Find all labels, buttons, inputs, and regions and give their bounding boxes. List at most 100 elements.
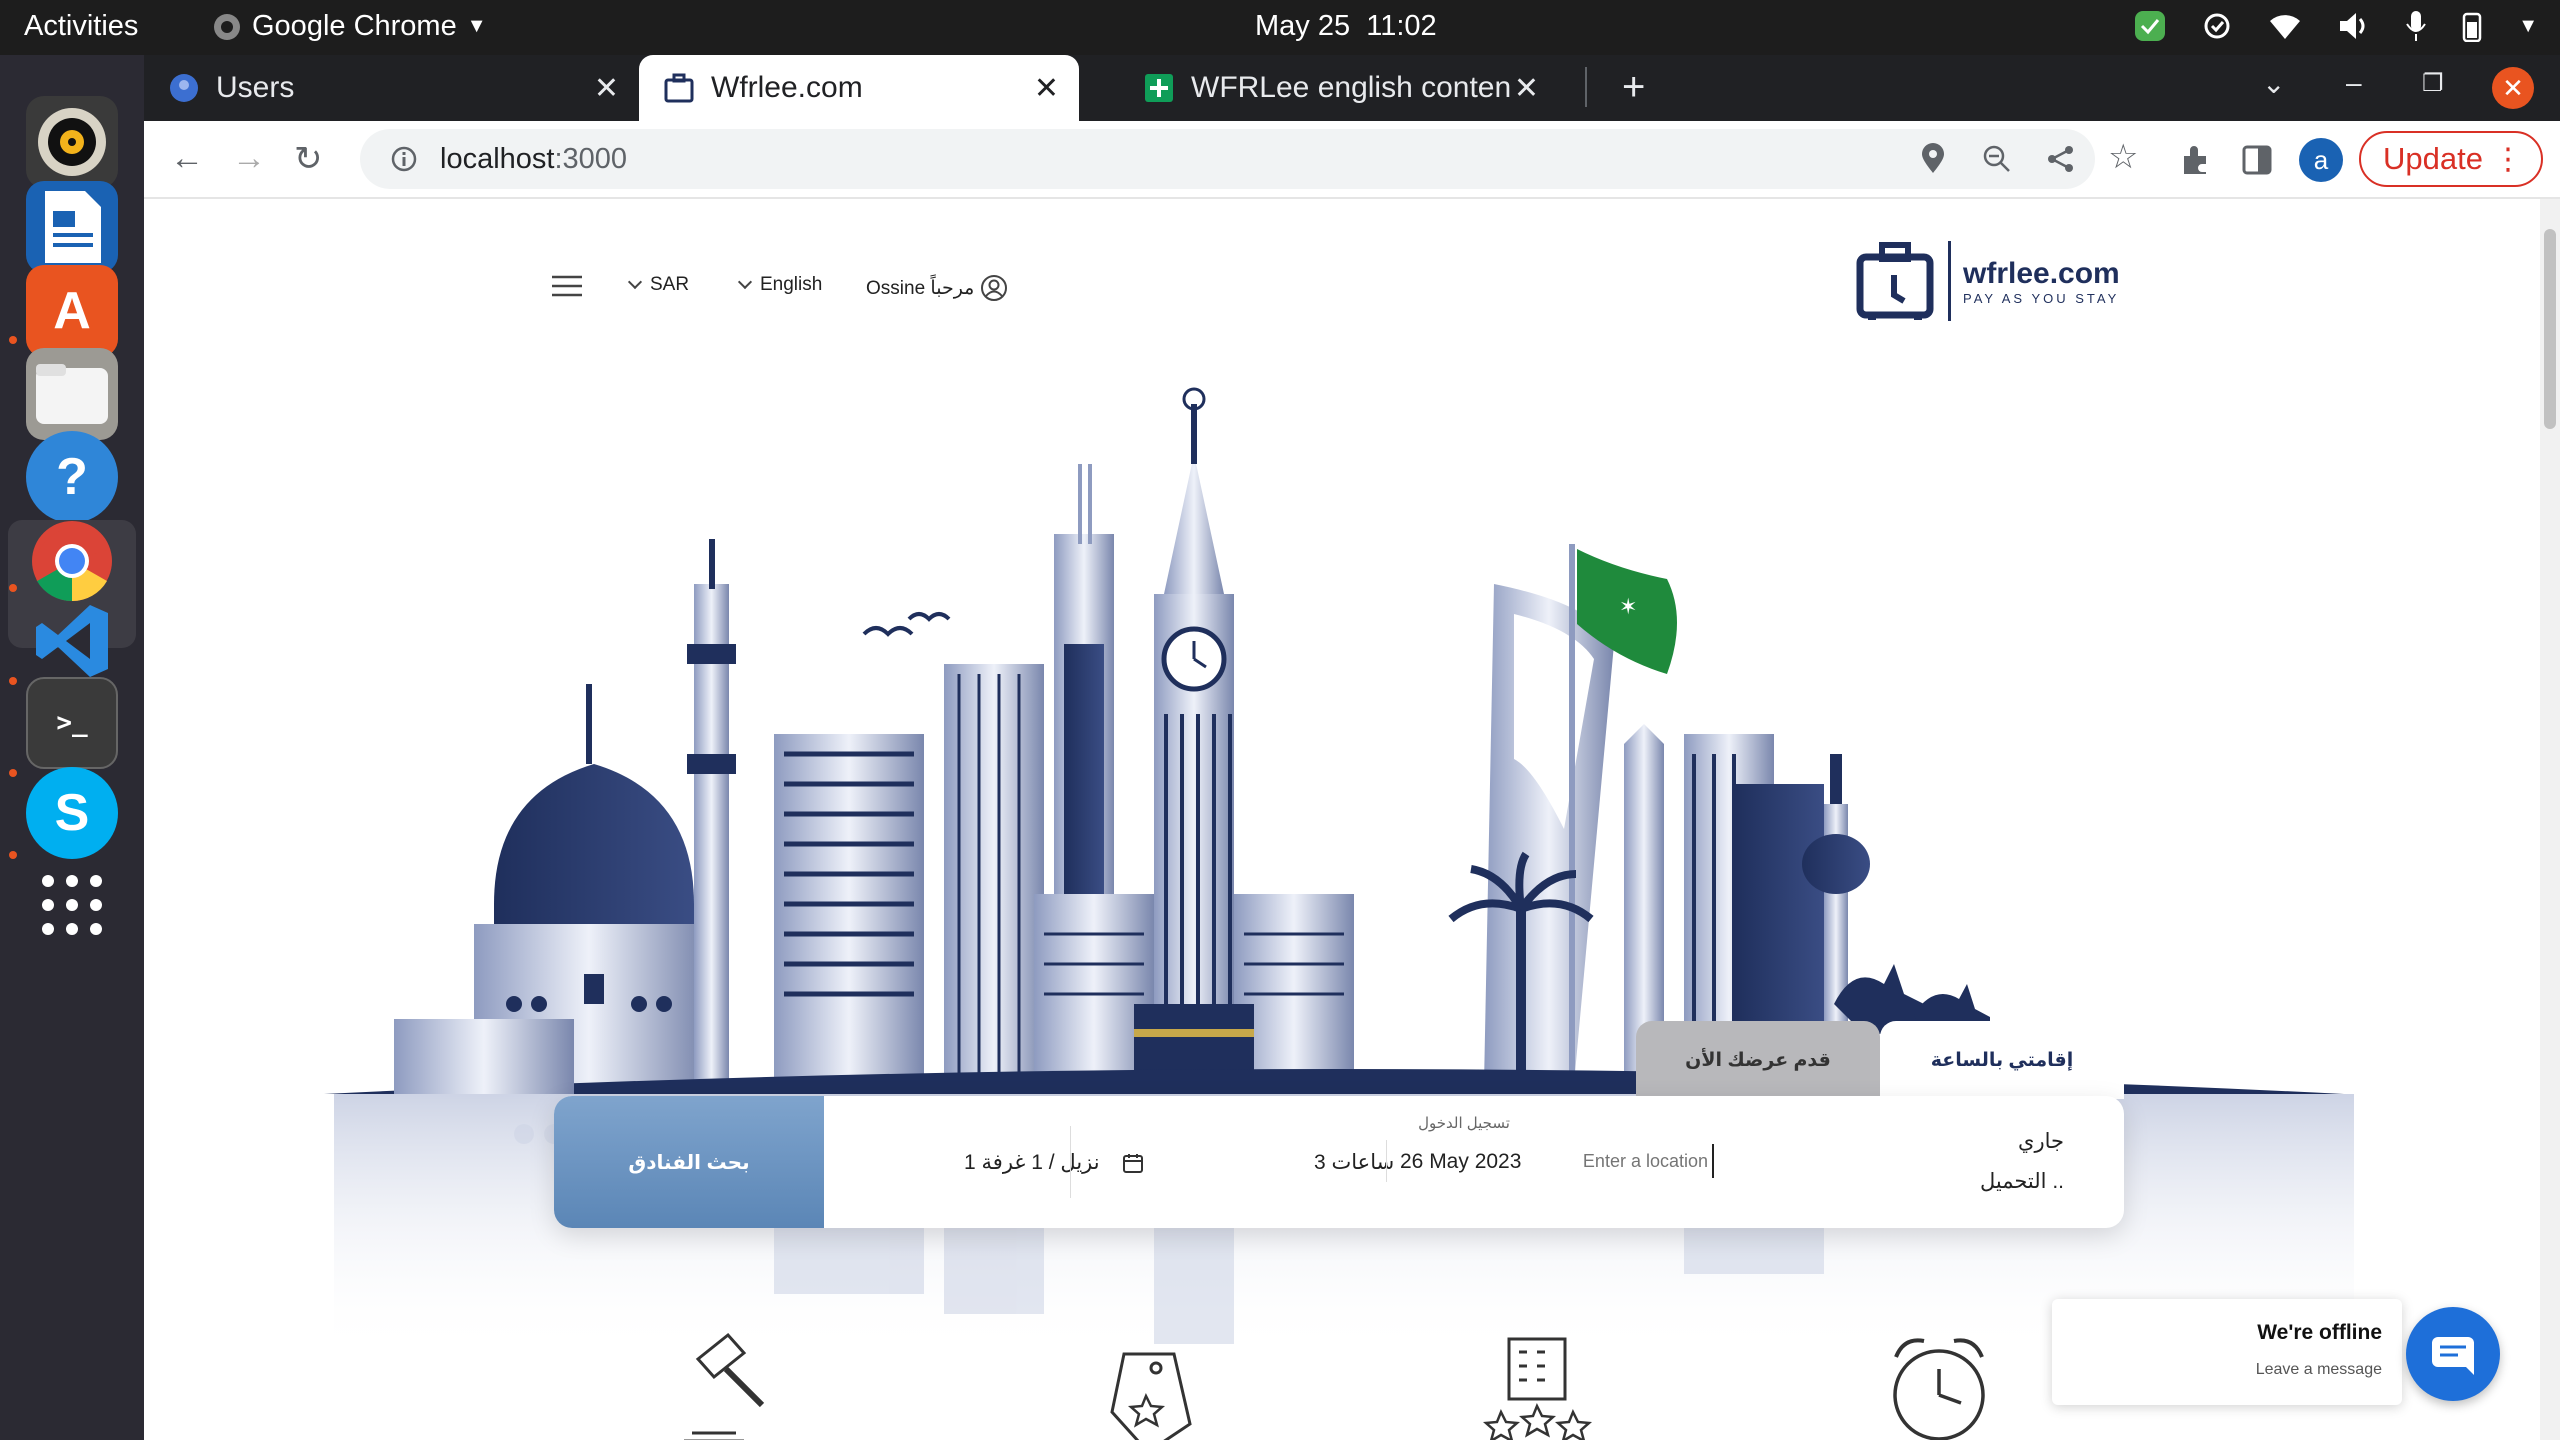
hamburger-menu-icon[interactable] (552, 275, 582, 297)
user-account-menu[interactable]: Ossine مرحباً (866, 274, 1008, 302)
search-hotels-button[interactable]: بحث الفنادق (554, 1096, 824, 1228)
activities-button[interactable]: Activities (24, 10, 138, 43)
system-tray[interactable]: ▼ (2134, 10, 2538, 42)
language-label: English (760, 274, 823, 295)
system-menu-caret-icon[interactable]: ▼ (2518, 15, 2538, 38)
new-tab-icon[interactable]: + (1622, 65, 1645, 110)
battery-icon[interactable] (2462, 10, 2482, 42)
restore-icon[interactable]: ❐ (2422, 69, 2444, 98)
reload-icon[interactable]: ↻ (294, 139, 323, 179)
tab-hourly-stay[interactable]: إقامتي بالساعة (1880, 1021, 2124, 1099)
loading-indicator: جاري التحميل .. (1864, 1122, 2064, 1202)
show-applications-icon[interactable] (26, 859, 118, 951)
tab-wfrlee[interactable]: Wfrlee.com ✕ (639, 55, 1079, 121)
app-menu-label: Google Chrome (252, 10, 457, 42)
url-host: localhost (440, 142, 555, 175)
tab-title: WFRLee english content ( (1191, 71, 1511, 104)
volume-icon[interactable] (2338, 11, 2370, 41)
side-panel-icon[interactable] (2242, 145, 2272, 175)
back-icon[interactable]: ← (170, 139, 204, 178)
tab-search-chevron-icon[interactable]: ⌄ (2262, 67, 2285, 100)
site-info-icon[interactable] (390, 145, 418, 173)
skype-icon[interactable]: S (26, 767, 118, 859)
app-menu[interactable]: Google Chrome ▼ (212, 10, 487, 43)
chrome-menu-icon[interactable]: ⋮ (2493, 142, 2523, 177)
guests-label: 1 نزيل / 1 غرفة (964, 1151, 1100, 1174)
loading-line-1: جاري (2018, 1130, 2064, 1153)
tab-users[interactable]: Users ✕ (144, 55, 639, 121)
user-circle-icon (981, 275, 1008, 301)
url-port: :3000 (554, 142, 628, 175)
checkin-date: 26 May 2023 (1400, 1150, 1522, 1173)
checkin-date-field[interactable]: 26 May 2023 (1400, 1150, 1521, 1174)
chat-title: We're offline (2257, 1321, 2382, 1344)
currency-selector[interactable]: SAR (627, 274, 690, 296)
forward-icon[interactable]: → (232, 139, 266, 178)
language-selector[interactable]: English (737, 274, 823, 296)
close-tab-icon[interactable]: ✕ (1034, 71, 1059, 106)
chrome-small-icon (214, 13, 240, 40)
chevron-down-icon (627, 274, 643, 290)
scrollbar-thumb[interactable] (2544, 229, 2556, 429)
extensions-icon[interactable] (2180, 144, 2212, 176)
page-scrollbar[interactable] (2540, 199, 2560, 1440)
rhythmbox-icon[interactable] (26, 96, 118, 188)
logo-tagline: PAY AS YOU STAY (1963, 290, 2120, 306)
chat-offline-popup[interactable]: We're offline Leave a message (2052, 1299, 2402, 1405)
bookmark-star-icon[interactable]: ☆ (2108, 137, 2138, 177)
tab-make-offer[interactable]: قدم عرضك الأن (1636, 1021, 1880, 1099)
status-icon[interactable] (2202, 11, 2232, 41)
site-logo[interactable]: wfrlee.com PAY AS YOU STAY (1856, 241, 2120, 321)
clock-time: 11:02 (1366, 10, 1437, 42)
clock[interactable]: May 25 11:02 (1255, 10, 1437, 43)
chrome-tab-strip: Users ✕ Wfrlee.com ✕ WFRLee english cont… (144, 55, 2560, 121)
files-icon[interactable] (26, 348, 118, 440)
close-tab-icon[interactable]: ✕ (594, 71, 619, 106)
update-button[interactable]: Update ⋮ (2359, 131, 2543, 187)
duration-selector[interactable]: 3 ساعات (1314, 1150, 1394, 1175)
chat-bubble-icon (2432, 1337, 2474, 1375)
search-button-label: بحث الفنادق (628, 1151, 750, 1174)
loading-line-2: التحميل .. (1979, 1170, 2064, 1193)
close-tab-icon[interactable]: ✕ (1514, 71, 1539, 106)
tab-wfrlee-content[interactable]: WFRLee english content ( ✕ (1119, 55, 1559, 121)
hours-label: 3 ساعات (1314, 1151, 1395, 1174)
ubuntu-dock: A ? >_ S (0, 55, 144, 1440)
sheets-favicon-icon (1145, 74, 1173, 102)
wifi-icon[interactable] (2268, 11, 2302, 41)
logo-name: wfrlee.com (1963, 256, 2120, 290)
suitcase-favicon-icon (664, 73, 694, 103)
caret-down-icon: ▼ (466, 15, 487, 37)
ubuntu-software-icon[interactable]: A (26, 265, 118, 357)
hotel-stars-icon (1482, 1337, 1593, 1440)
help-icon[interactable]: ? (26, 431, 118, 523)
suitcase-logo-icon (1856, 242, 1934, 320)
alarm-clock-icon (1893, 1338, 1985, 1440)
chrome-toolbar: ← → ↻ localhost:3000 ☆ a Update ⋮ (144, 121, 2560, 199)
zoom-out-icon[interactable] (1982, 144, 2012, 174)
guests-rooms-selector[interactable]: 1 نزيل / 1 غرفة (964, 1150, 1100, 1175)
auction-gavel-icon (684, 1332, 765, 1440)
location-input[interactable] (1534, 1144, 1714, 1178)
calendar-icon[interactable] (1122, 1152, 1144, 1174)
google-chrome-icon[interactable] (26, 515, 118, 607)
update-check-icon[interactable] (2134, 10, 2166, 42)
tab-label: إقامتي بالساعة (1930, 1049, 2074, 1071)
close-window-icon[interactable]: ✕ (2492, 67, 2534, 109)
users-favicon-icon (170, 74, 198, 102)
chat-launcher-button[interactable] (2406, 1307, 2500, 1401)
system-top-bar: Activities Google Chrome ▼ May 25 11:02 … (0, 0, 2560, 55)
minimize-icon[interactable]: – (2346, 67, 2362, 99)
location-pin-icon[interactable] (1920, 143, 1946, 175)
chat-subtitle: Leave a message (2255, 1361, 2382, 1378)
libreoffice-writer-icon[interactable] (26, 181, 118, 273)
checkin-label: تسجيل الدخول (1418, 1115, 1510, 1132)
tab-label: قدم عرضك الأن (1685, 1049, 1831, 1071)
profile-avatar[interactable]: a (2299, 138, 2343, 182)
terminal-icon[interactable]: >_ (26, 677, 118, 769)
microphone-icon[interactable] (2406, 10, 2427, 42)
vscode-icon[interactable] (26, 595, 118, 687)
url-bar[interactable]: localhost:3000 ☆ (360, 129, 2138, 189)
currency-label: SAR (650, 274, 690, 295)
share-icon[interactable] (2046, 144, 2076, 174)
